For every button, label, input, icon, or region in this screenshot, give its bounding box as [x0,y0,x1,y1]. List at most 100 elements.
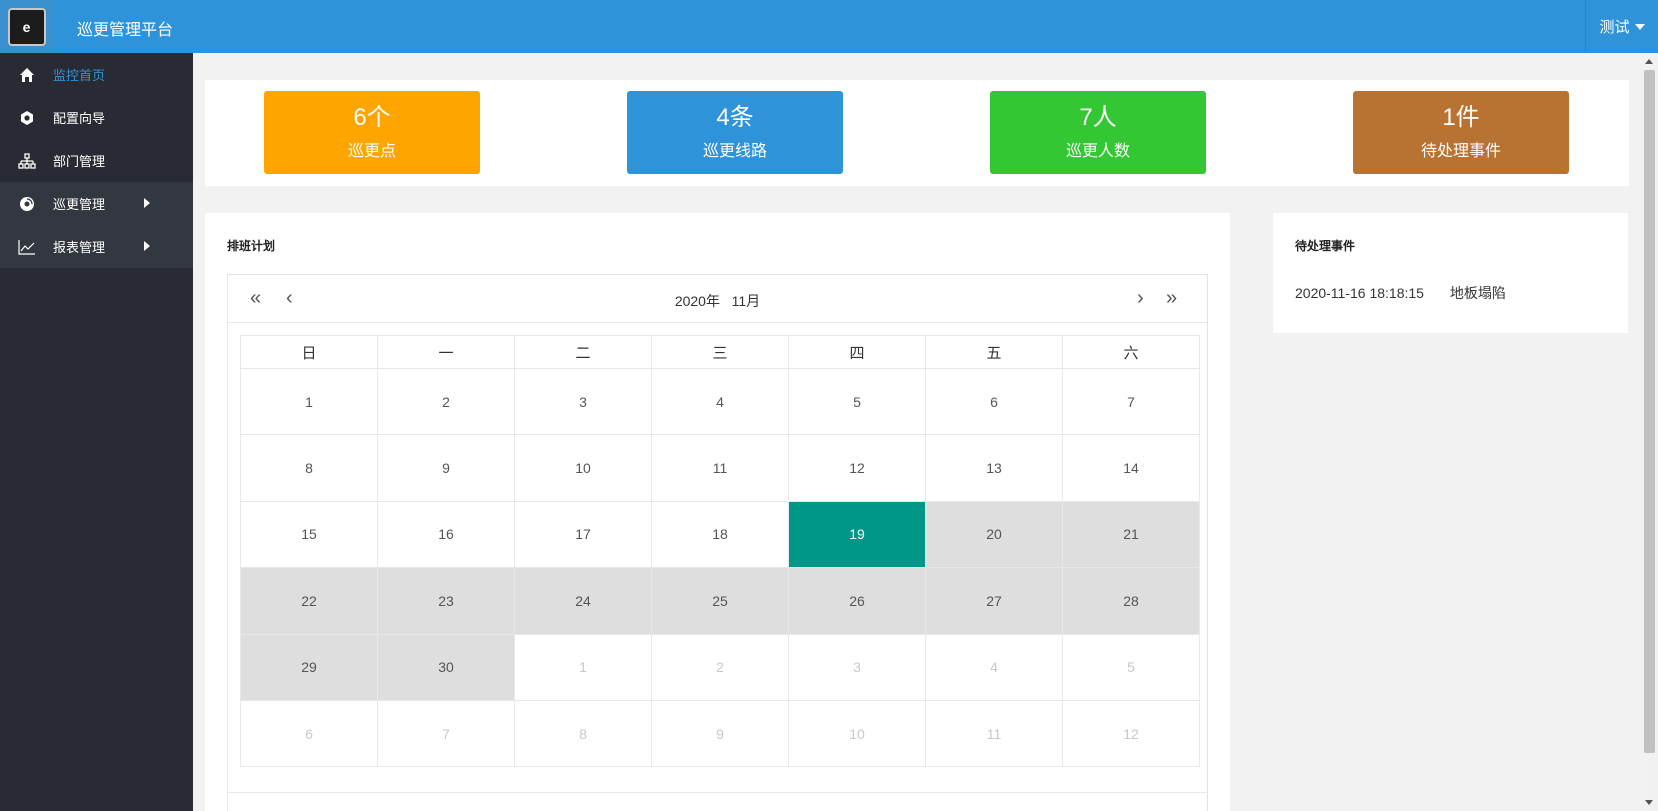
calendar-day[interactable]: 7 [1062,367,1200,436]
stat-label: 巡更人数 [1065,143,1130,160]
calendar-day[interactable]: 27 [925,567,1063,635]
calendar-day[interactable]: 3 [514,367,652,436]
weekday-label: 四 [788,335,926,369]
calendar-day[interactable]: 30 [377,633,515,701]
stat-value: 1件 [1442,104,1480,131]
stat-card-patrol-routes[interactable]: 4条 巡更线路 [627,91,843,174]
sidebar-item-monitor-home[interactable]: 监控首页 [0,53,193,96]
sitemap-icon [18,152,36,170]
calendar-day[interactable]: 21 [1062,500,1200,569]
pending-events-panel: 待处理事件 2020-11-16 18:18:15 地板塌陷 [1273,213,1628,333]
calendar-week-row: 29 30 1 2 3 4 5 [240,633,1200,701]
calendar-day[interactable]: 9 [651,699,789,768]
stat-label: 巡更点 [347,143,396,160]
calendar-day[interactable]: 6 [240,699,378,768]
calendar-day[interactable]: 10 [788,699,926,768]
weekday-label: 五 [925,335,1063,369]
caret-right-icon [144,198,150,208]
calendar-day[interactable]: 10 [514,434,652,502]
calendar-day[interactable]: 6 [925,367,1063,436]
weekday-label: 二 [514,335,652,369]
schedule-panel: 排班计划 « ‹ 2020年 11月 › » 日 一 二 三 四 五 六 1 2… [205,213,1230,811]
weekday-label: 三 [651,335,789,369]
user-name: 测试 [1599,19,1630,36]
logo[interactable]: e [0,0,53,53]
calendar-day[interactable]: 1 [240,367,378,436]
calendar-week-row: 6 7 8 9 10 11 12 [240,699,1200,768]
calendar-day[interactable]: 15 [240,500,378,569]
calendar-day[interactable]: 3 [788,633,926,701]
scroll-down-icon[interactable] [1645,800,1653,805]
top-header: e 巡更管理平台 测试 [0,0,1658,53]
panel-title: 排班计划 [227,239,276,253]
calendar-day[interactable]: 5 [788,367,926,436]
stat-card-pending-events[interactable]: 1件 待处理事件 [1353,91,1569,174]
event-item[interactable]: 2020-11-16 18:18:15 地板塌陷 [1295,283,1506,303]
sidebar-item-label: 配置向导 [53,111,106,126]
weekday-label: 日 [240,335,378,369]
calendar-day[interactable]: 8 [240,434,378,502]
calendar-day[interactable]: 11 [925,699,1063,768]
home-icon [18,66,36,84]
calendar-day[interactable]: 4 [925,633,1063,701]
scrollbar-thumb[interactable] [1644,70,1655,753]
sidebar-item-report-management[interactable]: 报表管理 [0,225,193,268]
next-year-button[interactable]: » [1166,288,1177,308]
calendar-day[interactable]: 2 [377,367,515,436]
sidebar-item-config-wizard[interactable]: 配置向导 [0,96,193,139]
calendar-day[interactable]: 11 [651,434,789,502]
calendar: « ‹ 2020年 11月 › » 日 一 二 三 四 五 六 1 2 3 4 … [227,274,1208,811]
calendar-week-row: 15 16 17 18 19 20 21 [240,500,1200,569]
weekday-label: 六 [1062,335,1200,369]
calendar-day[interactable]: 28 [1062,567,1200,635]
calendar-day[interactable]: 29 [240,633,378,701]
stat-value: 7人 [1079,104,1117,131]
sidebar-item-label: 部门管理 [53,154,106,169]
stat-label: 巡更线路 [702,143,767,160]
calendar-day[interactable]: 19 [788,500,926,569]
calendar-day[interactable]: 24 [514,567,652,635]
calendar-day[interactable]: 14 [1062,434,1200,502]
calendar-day[interactable]: 25 [651,567,789,635]
app-title: 巡更管理平台 [77,22,174,39]
calendar-month-label: 2020年 11月 [228,291,1207,311]
vertical-scrollbar[interactable] [1641,53,1658,811]
calendar-day[interactable]: 8 [514,699,652,768]
stats-panel: 6个 巡更点 4条 巡更线路 7人 巡更人数 1件 待处理事件 [205,80,1629,186]
calendar-day[interactable]: 12 [1062,699,1200,768]
calendar-day[interactable]: 13 [925,434,1063,502]
stat-card-patrol-points[interactable]: 6个 巡更点 [264,91,480,174]
stat-card-patrol-people[interactable]: 7人 巡更人数 [990,91,1206,174]
calendar-day[interactable]: 18 [651,500,789,569]
calendar-year[interactable]: 2020年 [675,293,720,309]
sidebar-item-department[interactable]: 部门管理 [0,139,193,182]
calendar-week-row: 1234567 [240,367,1200,436]
calendar-day[interactable]: 12 [788,434,926,502]
event-description: 地板塌陷 [1449,285,1506,301]
calendar-day[interactable]: 5 [1062,633,1200,701]
calendar-day[interactable]: 17 [514,500,652,569]
sidebar-item-label: 报表管理 [53,240,106,255]
calendar-day[interactable]: 23 [377,567,515,635]
calendar-grid: 日 一 二 三 四 五 六 1 2 3 4 5 6 7 8 9 10 11 12 13 14 15 16 17 1… [240,335,1200,768]
calendar-day[interactable]: 7 [377,699,515,768]
calendar-day[interactable]: 4 [651,367,789,436]
caret-down-icon [1634,23,1645,30]
calendar-month[interactable]: 11月 [732,293,761,309]
calendar-day[interactable]: 2 [651,633,789,701]
sidebar-item-label: 监控首页 [53,68,106,83]
sidebar-item-patrol-management[interactable]: 巡更管理 [0,182,193,225]
calendar-day[interactable]: 26 [788,567,926,635]
calendar-day[interactable]: 1 [514,633,652,701]
calendar-day[interactable]: 16 [377,500,515,569]
calendar-day[interactable]: 20 [925,500,1063,569]
calendar-day[interactable]: 9 [377,434,515,502]
user-menu[interactable]: 测试 [1585,0,1658,53]
stat-value: 4条 [716,104,754,131]
calendar-day[interactable]: 22 [240,567,378,635]
weekday-label: 一 [377,335,515,369]
next-month-button[interactable]: › [1137,288,1144,308]
scroll-up-icon[interactable] [1645,59,1653,64]
panel-title: 待处理事件 [1295,239,1356,253]
gear-icon [18,109,36,127]
